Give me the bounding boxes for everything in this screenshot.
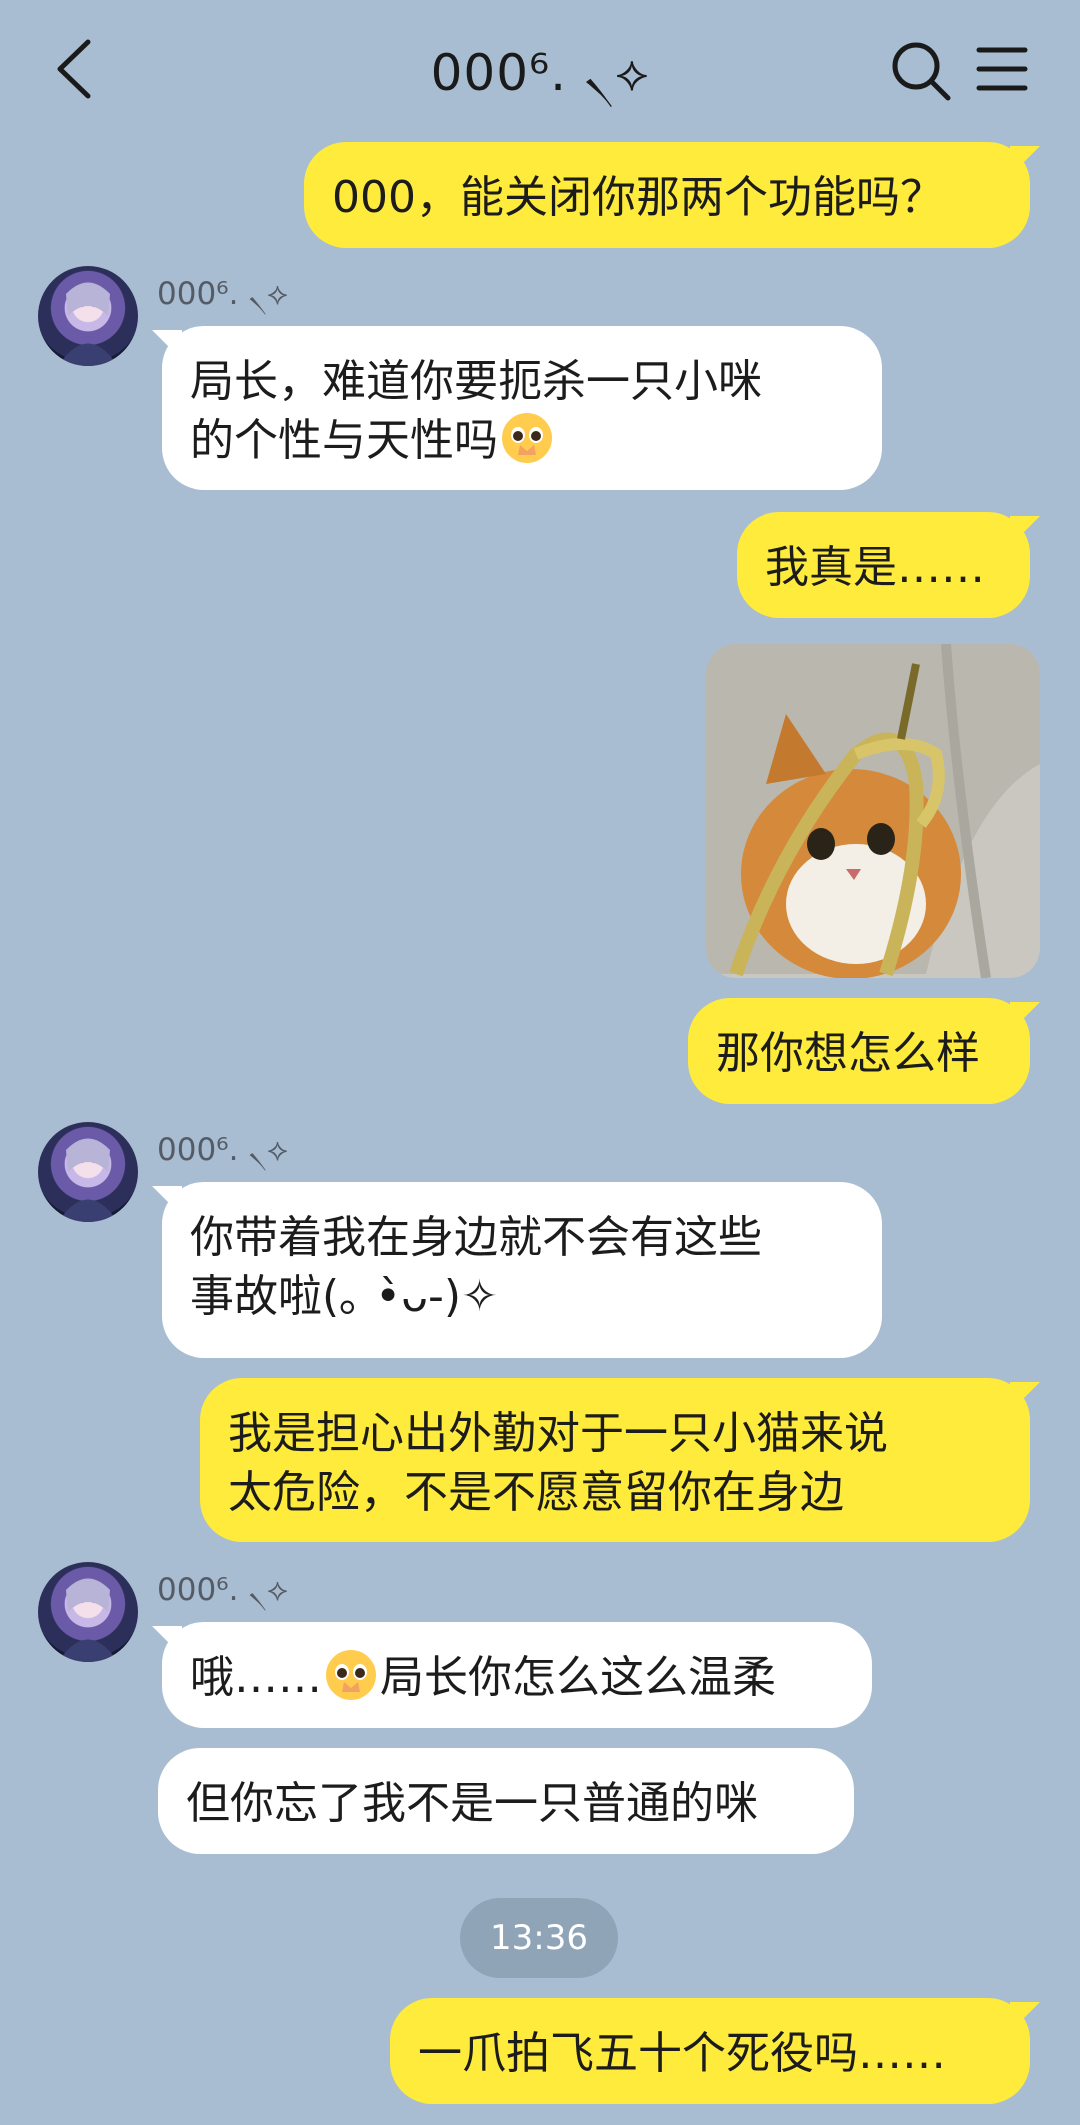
message-bubble-outgoing[interactable]: 一爪拍飞五十个死役吗…… xyxy=(390,1998,1030,2104)
message-bubble-outgoing[interactable]: 000，能关闭你那两个功能吗？ xyxy=(304,142,1030,248)
message-bubble-incoming[interactable]: 你带着我在身边就不会有这些 事故啦(｡ •̀ᴗ-)✧ xyxy=(162,1182,882,1358)
avatar[interactable] xyxy=(38,1122,138,1222)
message-bubble-outgoing[interactable]: 我真是…… xyxy=(737,512,1030,618)
message-bubble-incoming[interactable]: 但你忘了我不是一只普通的咪 xyxy=(158,1748,854,1854)
pleading-face-icon xyxy=(500,411,554,465)
message-text: 一爪拍飞五十个死役吗…… xyxy=(418,2028,946,2079)
message-text-line: 的个性与天性吗 xyxy=(190,411,854,470)
avatar[interactable] xyxy=(38,266,138,366)
cat-with-banana-peel-photo[interactable] xyxy=(706,644,1040,978)
search-icon[interactable] xyxy=(890,40,952,102)
sender-name: 000⁶. ৲⟡ xyxy=(157,1132,288,1168)
message-bubble-incoming[interactable]: 哦…… 局长你怎么这么温柔 xyxy=(162,1622,872,1728)
top-bar: 000⁶. ৲⟡ xyxy=(0,0,1080,140)
message-text-line: 事故啦(｡ •̀ᴗ-)✧ xyxy=(190,1271,498,1322)
message-text: 我真是…… xyxy=(765,542,985,593)
message-text: 局长你怎么这么温柔 xyxy=(380,1652,776,1703)
message-bubble-incoming[interactable]: 局长，难道你要扼杀一只小咪 的个性与天性吗 xyxy=(162,326,882,490)
message-text: 哦…… xyxy=(190,1652,322,1703)
message-text-line: 太危险，不是不愿意留你在身边 xyxy=(228,1467,844,1518)
message-text: 但你忘了我不是一只普通的咪 xyxy=(186,1778,758,1829)
sender-name: 000⁶. ৲⟡ xyxy=(157,1572,288,1608)
timestamp-badge: 13:36 xyxy=(460,1898,618,1978)
message-bubble-outgoing[interactable]: 那你想怎么样 xyxy=(688,998,1030,1104)
message-text: 那你想怎么样 xyxy=(716,1028,980,1079)
message-text: 000，能关闭你那两个功能吗？ xyxy=(332,172,944,223)
pleading-face-icon xyxy=(324,1648,378,1702)
message-text-line: 局长，难道你要扼杀一只小咪 xyxy=(190,356,762,407)
message-text-line: 你带着我在身边就不会有这些 xyxy=(190,1212,762,1263)
message-text-line: 我是担心出外勤对于一只小猫来说 xyxy=(228,1408,888,1459)
message-bubble-outgoing[interactable]: 我是担心出外勤对于一只小猫来说 太危险，不是不愿意留你在身边 xyxy=(200,1378,1030,1542)
sender-name: 000⁶. ৲⟡ xyxy=(157,276,288,312)
avatar[interactable] xyxy=(38,1562,138,1662)
menu-icon[interactable] xyxy=(976,44,1028,94)
